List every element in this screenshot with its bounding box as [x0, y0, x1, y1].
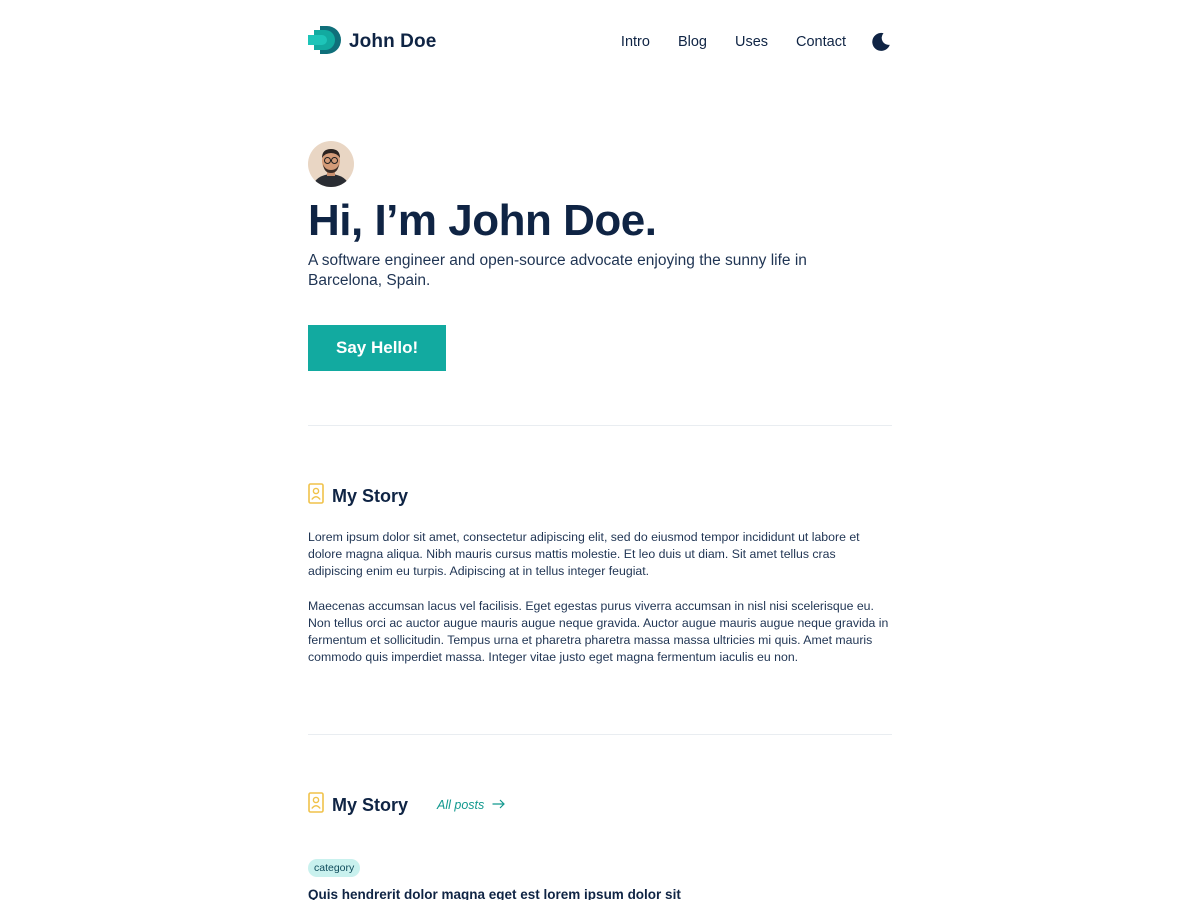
nav-link-blog[interactable]: Blog: [678, 34, 707, 50]
section-divider: [308, 425, 892, 426]
say-hello-button[interactable]: Say Hello!: [308, 325, 447, 371]
hero-subtitle: A software engineer and open-source advo…: [308, 252, 807, 289]
avatar: [308, 141, 354, 187]
site-header: John Doe Intro Blog Uses Contact: [308, 22, 892, 62]
logo-icon: [308, 25, 342, 60]
posts-title: My Story: [332, 794, 409, 815]
story-paragraph-1: Lorem ipsum dolor sit amet, consectetur …: [308, 530, 860, 579]
arrow-right-icon: [492, 798, 506, 812]
nav-link-intro[interactable]: Intro: [621, 34, 650, 50]
post-item[interactable]: category Quis hendrerit dolor magna eget…: [308, 818, 892, 900]
all-posts-link[interactable]: All posts: [437, 798, 506, 812]
brand-link[interactable]: John Doe: [308, 25, 436, 60]
story-section: My Story Lorem ipsum dolor sit amet, con…: [308, 483, 892, 666]
brand-name: John Doe: [349, 31, 437, 52]
hero-title: Hi, I’m John Doe.: [308, 196, 657, 245]
story-heading: My Story: [308, 483, 892, 509]
story-title: My Story: [332, 485, 409, 506]
page: John Doe Intro Blog Uses Contact Hi, I’m…: [0, 0, 1200, 900]
main-nav: Intro Blog Uses Contact: [621, 31, 892, 53]
category-badge[interactable]: category: [308, 859, 361, 877]
hero-section: Hi, I’m John Doe. A software engineer an…: [308, 141, 892, 371]
moon-icon[interactable]: [870, 31, 892, 53]
all-posts-label: All posts: [437, 798, 485, 812]
posts-section: My Story All posts category Quis hendrer…: [308, 792, 892, 900]
id-card-icon: [308, 483, 324, 509]
story-paragraph-2: Maecenas accumsan lacus vel facilisis. E…: [308, 598, 889, 665]
posts-heading: My Story All posts: [308, 792, 892, 818]
section-divider: [308, 734, 892, 735]
nav-link-contact[interactable]: Contact: [796, 34, 846, 50]
nav-link-uses[interactable]: Uses: [735, 34, 768, 50]
post-title[interactable]: Quis hendrerit dolor magna eget est lore…: [308, 887, 892, 900]
id-card-icon: [308, 792, 324, 818]
